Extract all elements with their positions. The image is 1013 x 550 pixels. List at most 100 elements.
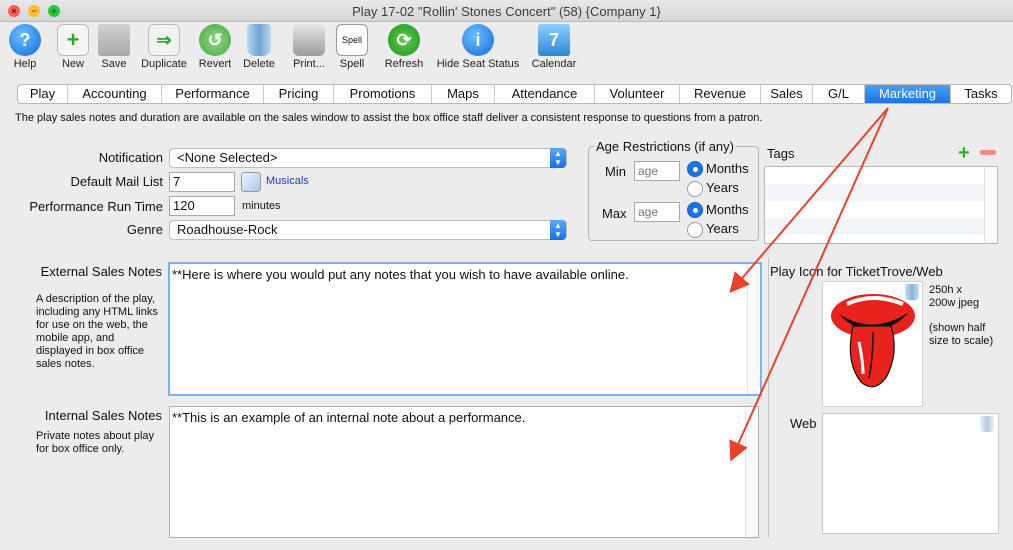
spell-label: Spell xyxy=(339,58,365,70)
print-button[interactable]: Print... xyxy=(289,24,329,70)
refresh-icon: ⟳ xyxy=(388,24,420,56)
genre-select[interactable]: Roadhouse-Rock ▲ ▼ xyxy=(169,220,567,240)
max-months-label: Months xyxy=(706,202,749,217)
hide-seat-status-label: Hide Seat Status xyxy=(436,58,520,70)
save-button[interactable]: Save xyxy=(98,24,130,70)
delete-label: Delete xyxy=(243,58,275,70)
icon-half-size-note: (shown half size to scale) xyxy=(929,322,994,347)
tab-volunteer[interactable]: Volunteer xyxy=(595,85,680,103)
internal-notes-description: Private notes about play for box office … xyxy=(36,430,155,455)
calendar-icon: 7 xyxy=(538,24,570,56)
add-tag-icon[interactable]: + xyxy=(958,143,970,163)
chevron-updown-icon: ▲ ▼ xyxy=(550,148,566,168)
external-notes-text: **Here is where you would put any notes … xyxy=(172,267,629,282)
new-button[interactable]: + New xyxy=(56,24,90,70)
tab-marketing[interactable]: Marketing xyxy=(865,85,951,103)
min-age-input[interactable] xyxy=(634,161,680,181)
max-months-radio[interactable] xyxy=(687,202,703,218)
tags-scrollbar[interactable] xyxy=(984,167,997,243)
max-age-input[interactable] xyxy=(634,202,680,222)
calendar-icon-text: 7 xyxy=(548,29,559,50)
duplicate-icon: ⇒ xyxy=(148,24,180,56)
tab-sales[interactable]: Sales xyxy=(761,85,813,103)
mail-list-picker-icon[interactable] xyxy=(241,172,261,192)
tab-play[interactable]: Play xyxy=(18,85,68,103)
help-button[interactable]: ? Help xyxy=(7,24,43,70)
tags-list[interactable] xyxy=(764,166,998,244)
mail-list-label: Default Mail List xyxy=(70,174,163,189)
tab-pricing[interactable]: Pricing xyxy=(264,85,334,103)
notification-select[interactable]: <None Selected> ▲ ▼ xyxy=(169,148,567,168)
play-icon-image-well[interactable] xyxy=(822,281,923,407)
calendar-button[interactable]: 7 Calendar xyxy=(530,24,578,70)
external-notes-scrollbar[interactable] xyxy=(747,264,760,394)
clear-web-image-icon[interactable] xyxy=(980,416,994,432)
internal-notes-textarea[interactable]: **This is an example of an internal note… xyxy=(169,406,759,538)
tab-promotions[interactable]: Promotions xyxy=(334,85,432,103)
info-icon: i xyxy=(462,24,494,56)
help-label: Help xyxy=(13,58,37,70)
remove-tag-icon[interactable] xyxy=(980,150,996,155)
revert-button[interactable]: ↺ Revert xyxy=(196,24,234,70)
run-time-input[interactable]: 120 xyxy=(169,196,235,216)
spell-button[interactable]: Spell Spell xyxy=(334,24,370,70)
tab-accounting[interactable]: Accounting xyxy=(68,85,162,103)
tab-bar: Play Accounting Performance Pricing Prom… xyxy=(17,84,1012,104)
clear-image-icon[interactable] xyxy=(905,284,919,300)
print-label: Print... xyxy=(293,58,325,70)
spell-icon-text: Spell xyxy=(341,35,362,45)
spell-check-icon: Spell xyxy=(336,24,368,56)
icon-size-note: 250h x 200w jpeg xyxy=(929,284,980,309)
duplicate-button[interactable]: ⇒ Duplicate xyxy=(138,24,190,70)
min-age-label: Min xyxy=(605,164,626,179)
tags-label: Tags xyxy=(767,146,795,161)
refresh-button[interactable]: ⟳ Refresh xyxy=(382,24,426,70)
genre-label: Genre xyxy=(126,222,163,237)
toolbar: ? Help + New Save ⇒ Duplicate ↺ Revert D… xyxy=(0,22,1013,76)
printer-icon xyxy=(293,24,325,56)
tab-gl[interactable]: G/L xyxy=(813,85,865,103)
duplicate-label: Duplicate xyxy=(141,58,187,70)
tab-revenue[interactable]: Revenue xyxy=(680,85,761,103)
min-years-radio[interactable] xyxy=(687,181,703,197)
web-image-label: Web xyxy=(790,416,817,431)
info-text: The play sales notes and duration are av… xyxy=(15,112,763,124)
max-age-label: Max xyxy=(602,206,627,221)
save-label: Save xyxy=(101,58,127,70)
internal-notes-label: Internal Sales Notes xyxy=(44,408,162,423)
run-time-unit: minutes xyxy=(242,200,281,212)
tab-tasks[interactable]: Tasks xyxy=(951,85,1011,103)
internal-notes-scrollbar[interactable] xyxy=(745,407,758,537)
delete-button[interactable]: Delete xyxy=(240,24,278,70)
mail-list-input[interactable]: 7 xyxy=(169,172,235,192)
min-years-label: Years xyxy=(706,180,739,195)
hide-seat-status-button[interactable]: i Hide Seat Status xyxy=(433,24,523,70)
min-months-label: Months xyxy=(706,161,749,176)
save-disk-icon xyxy=(98,24,130,56)
calendar-label: Calendar xyxy=(531,58,577,70)
vertical-divider xyxy=(768,258,769,538)
chevron-updown-icon: ▲ ▼ xyxy=(550,220,566,240)
new-document-icon: + xyxy=(57,24,89,56)
new-label: New xyxy=(61,58,84,70)
min-months-radio[interactable] xyxy=(687,161,703,177)
tab-attendance[interactable]: Attendance xyxy=(495,85,595,103)
external-notes-description: A description of the play, including any… xyxy=(36,293,158,370)
genre-value: Roadhouse-Rock xyxy=(177,222,278,237)
mail-list-name: Musicals xyxy=(266,175,309,187)
tongue-logo-image xyxy=(831,294,915,388)
tab-maps[interactable]: Maps xyxy=(432,85,495,103)
max-years-radio[interactable] xyxy=(687,222,703,238)
help-icon: ? xyxy=(9,24,41,56)
revert-label: Revert xyxy=(198,58,232,70)
web-image-well[interactable] xyxy=(822,413,999,534)
window-title: Play 17-02 "Rollin' Stones Concert" (58)… xyxy=(352,4,661,19)
title-bar: × − + Play 17-02 "Rollin' Stones Concert… xyxy=(0,0,1013,22)
play-icon-label: Play Icon for TicketTrove/Web xyxy=(770,264,943,279)
external-notes-label: External Sales Notes xyxy=(40,264,162,279)
refresh-label: Refresh xyxy=(384,58,424,70)
tab-performance[interactable]: Performance xyxy=(162,85,264,103)
external-notes-textarea[interactable]: **Here is where you would put any notes … xyxy=(168,262,762,396)
notification-label: Notification xyxy=(98,150,163,165)
internal-notes-text: **This is an example of an internal note… xyxy=(172,410,526,425)
